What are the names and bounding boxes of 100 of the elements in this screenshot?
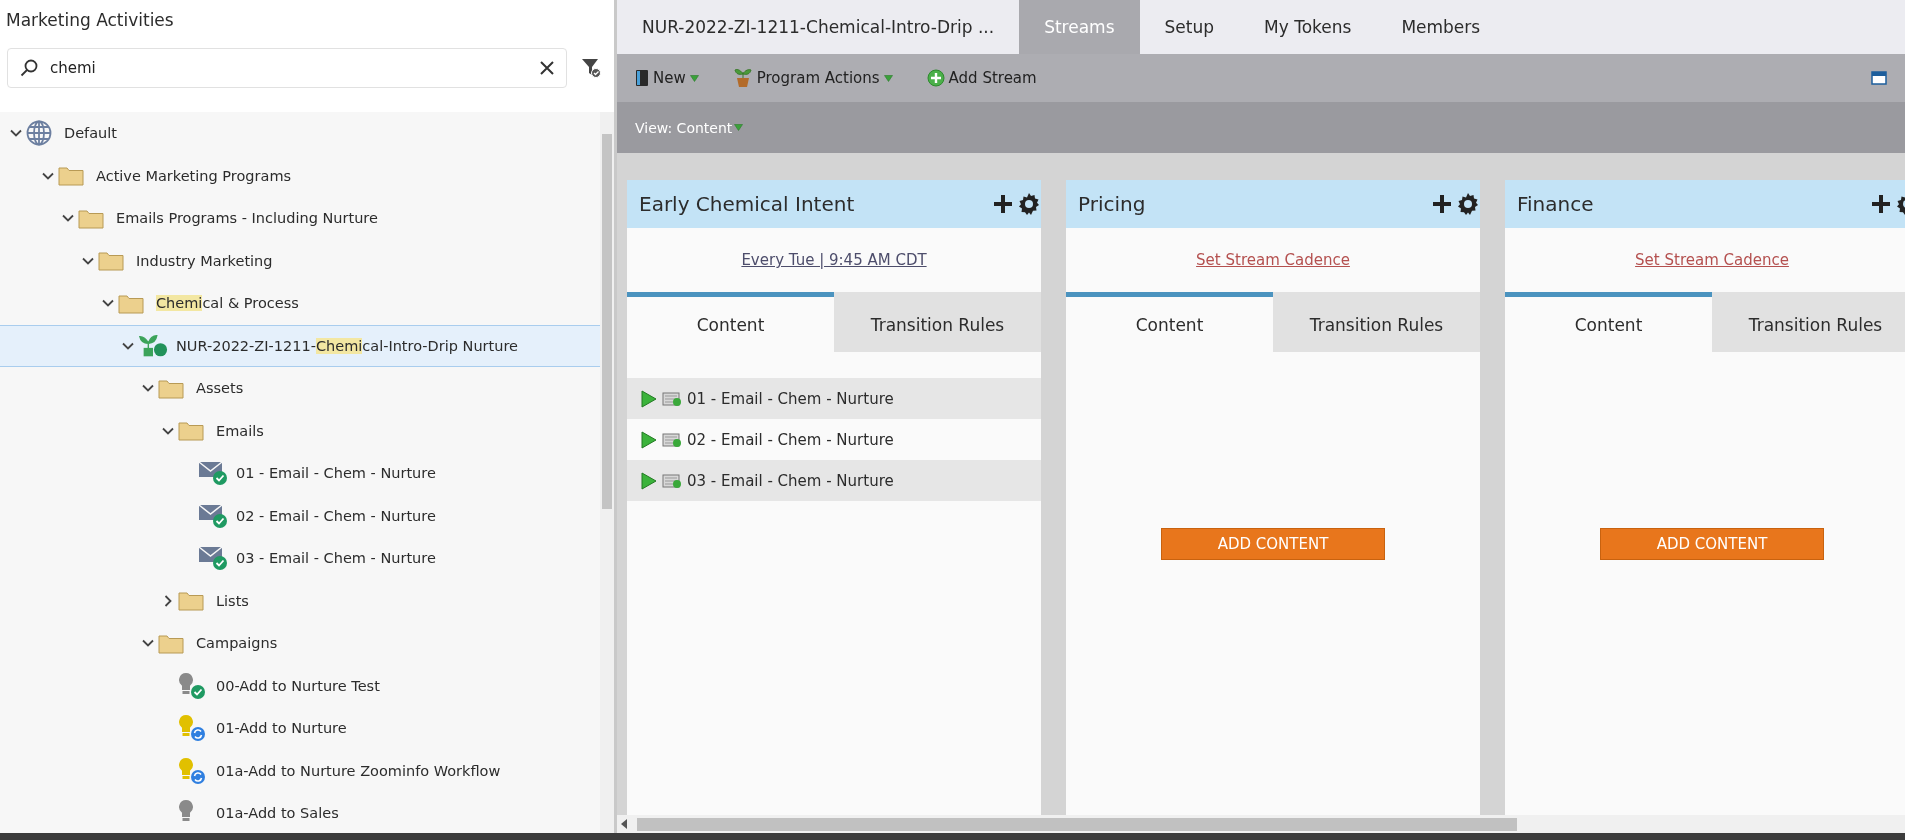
tree-item-label: 02 - Email - Chem - Nurture bbox=[236, 507, 436, 524]
settings-icon[interactable] bbox=[1017, 192, 1041, 216]
stream-content-item[interactable]: 03 - Email - Chem - Nurture bbox=[627, 460, 1041, 501]
chevron-icon[interactable] bbox=[82, 256, 94, 265]
tree-item[interactable]: Lists bbox=[0, 579, 600, 622]
add-icon[interactable] bbox=[993, 194, 1013, 214]
email-check-icon bbox=[198, 460, 228, 487]
toolbar-button[interactable]: New bbox=[635, 69, 699, 87]
tree-item[interactable]: 01-Add to Nurture bbox=[0, 707, 600, 750]
search-icon bbox=[20, 59, 38, 77]
add-icon[interactable] bbox=[1871, 194, 1891, 214]
vertical-scrollbar[interactable] bbox=[600, 112, 614, 833]
potted-plant-icon bbox=[732, 68, 753, 88]
stream-title: Early Chemical Intent bbox=[639, 192, 856, 216]
scroll-left-icon[interactable] bbox=[621, 819, 627, 829]
add-icon bbox=[926, 69, 945, 87]
toolbar-button-label: Program Actions bbox=[756, 69, 880, 87]
window-icon[interactable] bbox=[1871, 70, 1887, 86]
tree-item-label: 01-Add to Nurture bbox=[216, 720, 347, 737]
cadence-link[interactable]: Every Tue | 9:45 AM CDT bbox=[741, 251, 927, 269]
play-icon bbox=[641, 389, 657, 408]
folder-icon bbox=[158, 632, 184, 654]
tree-item-label: Emails bbox=[216, 422, 264, 439]
tree-item[interactable]: Campaigns bbox=[0, 622, 600, 665]
email-check-icon bbox=[198, 545, 228, 572]
search-bar[interactable]: chemi bbox=[7, 48, 567, 88]
settings-icon[interactable] bbox=[1456, 192, 1480, 216]
globe-icon bbox=[26, 120, 52, 147]
tree-item[interactable]: Emails bbox=[0, 409, 600, 452]
folder-icon bbox=[178, 420, 204, 442]
tree-item[interactable]: Assets bbox=[0, 367, 600, 410]
panel-title: Marketing Activities bbox=[5, 9, 175, 32]
tree-item[interactable]: Active Marketing Programs bbox=[0, 154, 600, 197]
stream-tab[interactable]: Transition Rules bbox=[834, 292, 1041, 352]
add-icon[interactable] bbox=[1432, 194, 1452, 214]
lightbulb-icon bbox=[178, 672, 206, 699]
toolbar-button-label: Add Stream bbox=[948, 69, 1037, 87]
lightbulb-icon bbox=[178, 757, 206, 784]
tree-item[interactable]: 02 - Email - Chem - Nurture bbox=[0, 494, 600, 537]
toolbar-button-label: New bbox=[653, 69, 686, 87]
content-item-label: 01 - Email - Chem - Nurture bbox=[687, 389, 894, 408]
chevron-icon[interactable] bbox=[62, 214, 74, 223]
tree-item-label: 00-Add to Nurture Test bbox=[216, 677, 380, 694]
chevron-icon[interactable] bbox=[142, 639, 154, 648]
tree-item-label: Lists bbox=[216, 592, 249, 609]
stream-tab[interactable]: Transition Rules bbox=[1273, 292, 1480, 352]
tree-item[interactable]: NUR-2022-ZI-1211-Chemical-Intro-Drip Nurture bbox=[0, 324, 600, 367]
tree-item-label: Chemical & Process bbox=[156, 295, 299, 312]
tree-item[interactable]: 01 - Email - Chem - Nurture bbox=[0, 452, 600, 495]
toolbar-button[interactable]: Add Stream bbox=[926, 69, 1037, 87]
chevron-icon[interactable] bbox=[42, 171, 54, 180]
stream-title: Finance bbox=[1517, 192, 1595, 216]
tab[interactable]: My Tokens bbox=[1239, 0, 1377, 54]
tab[interactable]: Members bbox=[1376, 0, 1506, 54]
chevron-icon[interactable] bbox=[164, 594, 172, 607]
email-check-icon bbox=[662, 431, 682, 448]
cadence-link[interactable]: Set Stream Cadence bbox=[1635, 251, 1789, 269]
tree-item-label: Emails Programs - Including Nurture bbox=[116, 210, 378, 227]
tree-item-label: Default bbox=[64, 125, 117, 142]
cadence-link[interactable]: Set Stream Cadence bbox=[1196, 251, 1350, 269]
content-item-label: 03 - Email - Chem - Nurture bbox=[687, 471, 894, 490]
tree-item[interactable]: 01a-Add to Nurture Zoominfo Workflow bbox=[0, 749, 600, 792]
chevron-icon[interactable] bbox=[142, 384, 154, 393]
book-icon bbox=[635, 69, 649, 87]
content-item-label: 02 - Email - Chem - Nurture bbox=[687, 430, 894, 449]
stream-content-item[interactable]: 01 - Email - Chem - Nurture bbox=[627, 378, 1041, 419]
filter-icon[interactable] bbox=[581, 58, 601, 78]
tree-item[interactable]: Industry Marketing bbox=[0, 239, 600, 282]
chevron-icon[interactable] bbox=[10, 129, 22, 138]
email-check-icon bbox=[662, 472, 682, 489]
email-check-icon bbox=[198, 502, 228, 529]
folder-icon bbox=[98, 250, 124, 272]
search-input[interactable]: chemi bbox=[48, 58, 530, 78]
folder-icon bbox=[78, 207, 104, 229]
tree-item-label: Industry Marketing bbox=[136, 252, 273, 269]
tree-item-label: Campaigns bbox=[196, 635, 278, 652]
play-icon bbox=[641, 430, 657, 449]
play-icon bbox=[641, 471, 657, 490]
stream-title: Pricing bbox=[1078, 192, 1147, 216]
folder-icon bbox=[178, 590, 204, 612]
toolbar-button[interactable]: Program Actions bbox=[732, 68, 893, 88]
lightbulb-icon bbox=[178, 715, 206, 742]
chevron-icon[interactable] bbox=[162, 426, 174, 435]
tree-item[interactable]: Chemical & Process bbox=[0, 282, 600, 325]
tab[interactable]: Setup bbox=[1139, 0, 1239, 54]
tree-item-label: NUR-2022-ZI-1211-Chemical-Intro-Drip Nurture bbox=[176, 337, 518, 354]
tree-item-label: 03 - Email - Chem - Nurture bbox=[236, 550, 436, 567]
stream-tab[interactable]: Transition Rules bbox=[1712, 292, 1905, 352]
tree-item[interactable]: 03 - Email - Chem - Nurture bbox=[0, 537, 600, 580]
tree-item[interactable]: Emails Programs - Including Nurture bbox=[0, 197, 600, 240]
tree-item-label: 01a-Add to Sales bbox=[216, 805, 339, 822]
tree-item[interactable]: 01a-Add to Sales bbox=[0, 792, 600, 833]
clear-icon[interactable] bbox=[540, 61, 554, 75]
folder-icon bbox=[58, 165, 84, 187]
tree-item[interactable]: Default bbox=[0, 112, 600, 155]
tree-item[interactable]: 00-Add to Nurture Test bbox=[0, 664, 600, 707]
chevron-icon[interactable] bbox=[102, 299, 114, 308]
tab[interactable]: NUR-2022-ZI-1211-Chemical-Intro-Drip ... bbox=[617, 0, 1020, 54]
chevron-icon[interactable] bbox=[122, 341, 134, 350]
horizontal-scrollbar[interactable] bbox=[617, 815, 1905, 833]
